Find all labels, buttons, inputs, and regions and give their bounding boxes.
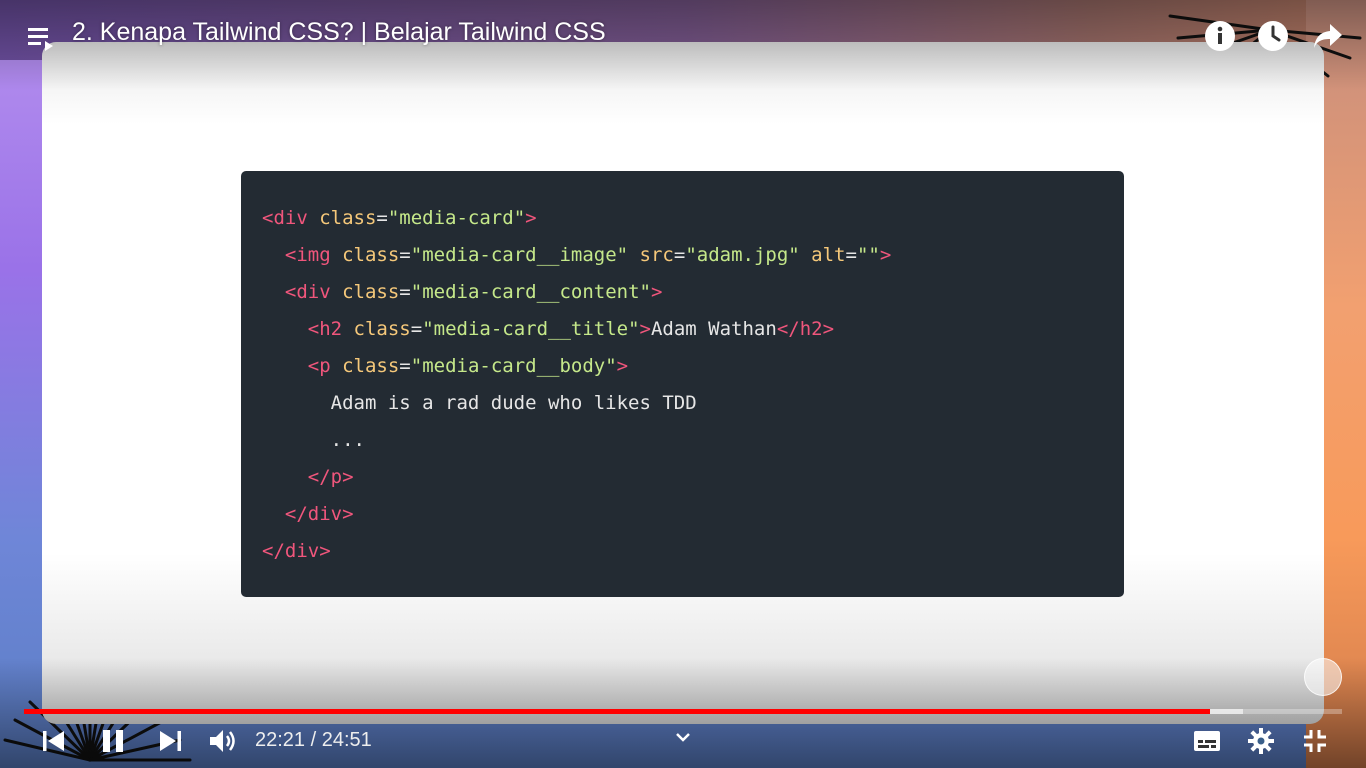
- code-token: >: [616, 355, 629, 377]
- code-token: >: [639, 318, 651, 340]
- code-token: Adam Wathan: [650, 318, 777, 340]
- subtitles-icon[interactable]: [1193, 729, 1221, 753]
- code-token: src: [639, 244, 674, 266]
- code-line: </div>: [241, 501, 1124, 538]
- code-token: =: [673, 244, 686, 266]
- code-token: </div>: [284, 503, 354, 525]
- code-token: "adam.jpg": [685, 244, 800, 266]
- code-token: >: [879, 244, 892, 266]
- playlist-icon[interactable]: [28, 26, 56, 52]
- code-token: <div: [284, 281, 343, 303]
- info-icon[interactable]: [1204, 20, 1236, 52]
- code-token: =: [399, 281, 411, 303]
- code-line: ...: [241, 427, 1124, 464]
- code-token: </p>: [307, 466, 354, 488]
- share-icon[interactable]: [1312, 22, 1344, 50]
- code-token: alt: [811, 244, 846, 266]
- code-block: <div class="media-card"> <img class="med…: [241, 171, 1124, 597]
- code-line: <div class="media-card__content">: [241, 279, 1124, 316]
- code-token: Adam is a rad dude who likes TDD: [262, 392, 697, 414]
- volume-icon[interactable]: [209, 728, 237, 754]
- duration: 24:51: [321, 729, 372, 751]
- code-line: <p class="media-card__body">: [241, 353, 1124, 390]
- code-line: <img class="media-card__image" src="adam…: [241, 242, 1124, 279]
- pause-icon[interactable]: [102, 729, 124, 753]
- gear-icon[interactable]: [1248, 728, 1274, 754]
- code-token: ...: [262, 429, 365, 451]
- code-token: <div: [262, 207, 320, 229]
- code-token: class: [342, 355, 400, 377]
- channel-watermark[interactable]: [1304, 658, 1342, 696]
- code-token: "media-card__content": [410, 281, 651, 303]
- progress-played: [24, 709, 1210, 714]
- time-separator: /: [305, 729, 322, 751]
- code-token: =: [845, 244, 857, 266]
- code-token: <p: [307, 355, 343, 377]
- code-token: class: [342, 244, 400, 266]
- code-line: <h2 class="media-card__title">Adam Watha…: [241, 316, 1124, 353]
- code-token: <img: [284, 244, 343, 266]
- code-token: class: [353, 318, 411, 340]
- code-token: class: [319, 207, 377, 229]
- code-token: </h2>: [776, 318, 835, 340]
- skip-next-icon[interactable]: [158, 730, 182, 752]
- code-token: =: [376, 207, 388, 229]
- chevron-down-icon[interactable]: [675, 731, 691, 743]
- code-line: Adam is a rad dude who likes TDD: [241, 390, 1124, 427]
- code-line: </div>: [241, 538, 1124, 575]
- code-line: </p>: [241, 464, 1124, 501]
- code-token: "media-card": [387, 207, 526, 229]
- code-token: "media-card__title": [422, 318, 640, 340]
- code-token: >: [525, 207, 537, 229]
- code-token: =: [410, 318, 423, 340]
- code-token: =: [399, 244, 411, 266]
- current-time: 22:21: [255, 729, 306, 751]
- code-token: class: [342, 281, 400, 303]
- clock-icon[interactable]: [1257, 20, 1289, 52]
- code-token: </div>: [262, 540, 331, 562]
- exit-fullscreen-icon[interactable]: [1303, 729, 1327, 753]
- code-token: =: [399, 355, 411, 377]
- code-line: <div class="media-card">: [241, 205, 1124, 242]
- code-token: "": [856, 244, 880, 266]
- progress-bar[interactable]: [24, 709, 1342, 714]
- video-title[interactable]: 2. Kenapa Tailwind CSS? | Belajar Tailwi…: [72, 18, 606, 47]
- code-token: "media-card__image": [410, 244, 629, 266]
- skip-previous-icon[interactable]: [42, 730, 66, 752]
- time-display: 22:21 / 24:51: [255, 729, 372, 752]
- code-token: <h2: [307, 318, 354, 340]
- code-token: "media-card__body": [410, 355, 617, 377]
- code-token: >: [650, 281, 663, 303]
